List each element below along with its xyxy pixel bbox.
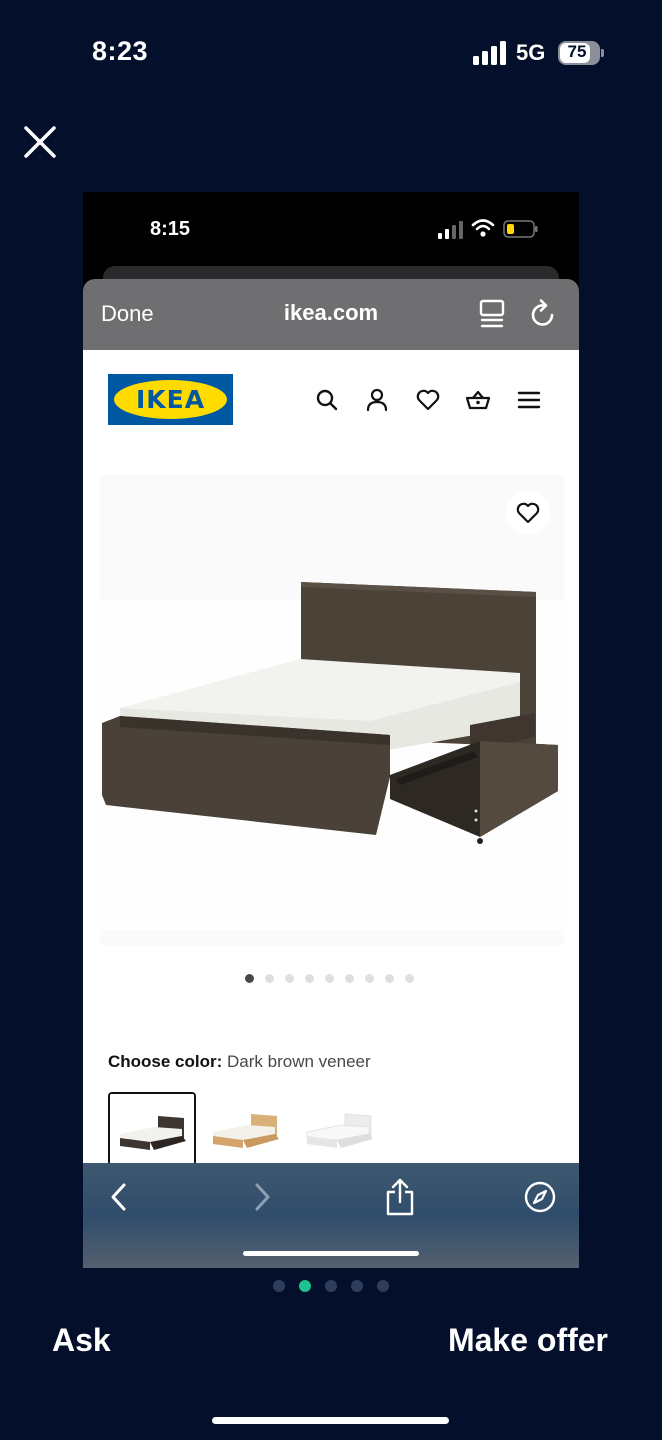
network-type: 5G — [516, 40, 546, 65]
battery-icon: 75 — [558, 41, 604, 65]
battery-level: 75 — [567, 42, 587, 61]
inner-home-indicator — [243, 1251, 419, 1256]
make-offer-button[interactable]: Make offer — [448, 1322, 608, 1359]
carousel-dot[interactable] — [345, 974, 354, 983]
home-indicator — [212, 1417, 449, 1424]
browser-top-bar: Done ikea.com — [83, 279, 579, 350]
color-selector-label: Choose color: Dark brown veneer — [108, 1052, 371, 1072]
status-time: 8:23 — [92, 36, 149, 66]
open-in-safari-button[interactable] — [520, 1177, 560, 1217]
ikea-logo[interactable]: IKEA — [108, 374, 233, 425]
color-swatch-oak[interactable] — [201, 1092, 289, 1166]
inner-battery-icon — [503, 220, 538, 238]
add-favorite-button[interactable] — [506, 491, 550, 535]
compass-icon — [524, 1181, 556, 1213]
carousel-dot[interactable] — [385, 974, 394, 983]
favorites-icon[interactable] — [415, 387, 441, 413]
back-button[interactable] — [99, 1177, 139, 1217]
inner-signal-icon — [438, 221, 463, 239]
menu-icon[interactable] — [516, 387, 542, 413]
carousel-dot[interactable] — [265, 974, 274, 983]
carousel-dot[interactable] — [285, 974, 294, 983]
color-swatch-white[interactable] — [295, 1092, 383, 1166]
pager-dot[interactable] — [299, 1280, 311, 1292]
forward-button[interactable] — [242, 1177, 282, 1217]
status-bar: 8:23 5G 75 — [0, 0, 662, 110]
color-value: Dark brown veneer — [227, 1052, 371, 1071]
carousel-dot[interactable] — [405, 974, 414, 983]
carousel-dot[interactable] — [325, 974, 334, 983]
chevron-left-icon — [111, 1183, 126, 1211]
carousel-dot[interactable] — [245, 974, 254, 983]
logo-text: IKEA — [135, 385, 206, 414]
carousel-dot[interactable] — [305, 974, 314, 983]
listing-screenshot: 8:15 Done ikea.com IKEA Choose color: Da… — [83, 192, 579, 1268]
color-swatch-dark-brown[interactable] — [108, 1092, 196, 1166]
cart-icon[interactable] — [465, 387, 491, 413]
carousel-dot[interactable] — [365, 974, 374, 983]
browser-bottom-toolbar — [83, 1163, 579, 1268]
pager-dot[interactable] — [273, 1280, 285, 1292]
inner-wifi-icon — [471, 219, 495, 237]
account-icon[interactable] — [364, 387, 390, 413]
share-icon — [386, 1178, 414, 1216]
chevron-right-icon — [255, 1183, 270, 1211]
product-page: IKEA Choose color: Dark brown veneer — [83, 350, 579, 1166]
screenshot-pager — [0, 1280, 662, 1292]
share-button[interactable] — [380, 1177, 420, 1217]
close-icon[interactable] — [20, 122, 60, 162]
bed-image — [100, 475, 564, 945]
heart-icon — [516, 502, 540, 524]
reload-icon[interactable] — [529, 299, 557, 329]
product-image[interactable] — [100, 475, 564, 945]
search-icon[interactable] — [314, 387, 340, 413]
pager-dot[interactable] — [377, 1280, 389, 1292]
reader-view-icon[interactable] — [479, 299, 505, 329]
inner-status-time: 8:15 — [150, 218, 191, 240]
ask-button[interactable]: Ask — [52, 1322, 111, 1359]
color-label: Choose color: — [108, 1052, 223, 1071]
image-carousel-dots — [83, 974, 579, 983]
pager-dot[interactable] — [325, 1280, 337, 1292]
pager-dot[interactable] — [351, 1280, 363, 1292]
signal-icon — [473, 41, 506, 65]
